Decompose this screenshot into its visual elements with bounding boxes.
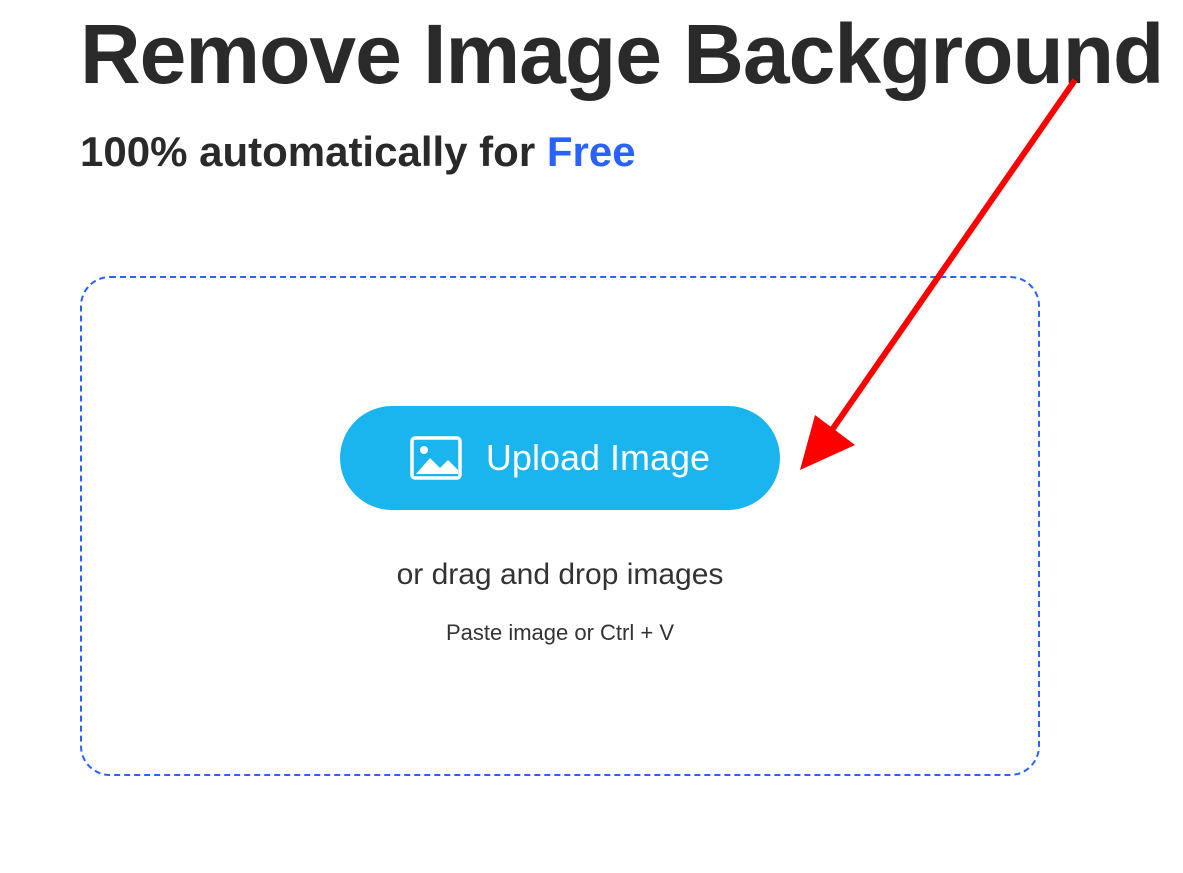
upload-image-button[interactable]: Upload Image	[340, 406, 780, 510]
subtitle-highlight: Free	[547, 128, 636, 175]
upload-dropzone[interactable]: Upload Image or drag and drop images Pas…	[80, 276, 1040, 776]
image-icon	[410, 436, 462, 480]
upload-button-label: Upload Image	[486, 437, 710, 479]
subtitle-prefix: 100% automatically for	[80, 128, 547, 175]
drag-drop-hint: or drag and drop images	[397, 558, 724, 592]
page-subtitle: 100% automatically for Free	[80, 128, 1183, 176]
paste-hint: Paste image or Ctrl + V	[446, 620, 674, 646]
page-title: Remove Image Background	[80, 10, 1183, 98]
